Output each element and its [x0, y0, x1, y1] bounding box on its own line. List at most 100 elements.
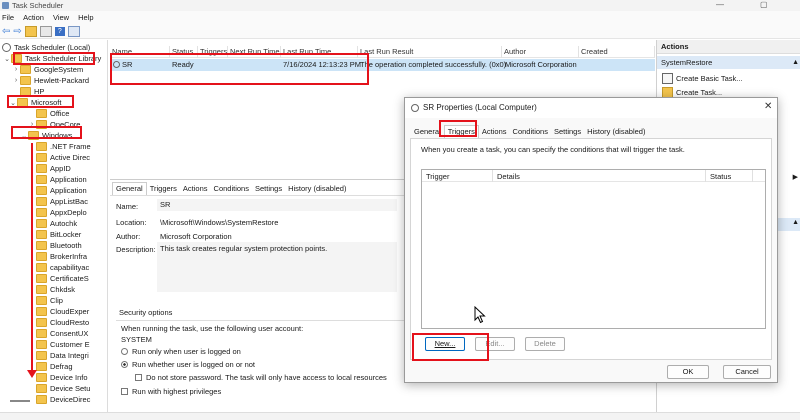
maximize-icon[interactable]: ▢ [760, 0, 768, 9]
tree-windows-child[interactable]: Device Setu [36, 383, 90, 394]
collapse-icon[interactable]: ▲ [792, 219, 799, 226]
column-header[interactable]: Last Run Result [358, 46, 502, 58]
menu-action[interactable]: Action [23, 13, 44, 22]
radio-logged-or-not[interactable]: Run whether user is logged on or not [121, 360, 255, 369]
tree-windows-child[interactable]: Chkdsk [36, 284, 75, 295]
tree-windows-child[interactable]: .NET Frame [36, 141, 91, 152]
tree-windows-child[interactable]: Device Info [36, 372, 88, 383]
tree-hp[interactable]: HP [20, 86, 44, 97]
dialog-tab[interactable]: Conditions [510, 126, 551, 138]
tree-microsoft[interactable]: ⌄ Microsoft [9, 97, 61, 108]
back-icon[interactable]: ⇦ [2, 26, 10, 37]
new-button[interactable]: New... [425, 337, 465, 351]
ok-button[interactable]: OK [667, 365, 709, 379]
trigger-table[interactable]: Trigger Details Status [421, 169, 766, 329]
details-tab[interactable]: Settings [252, 183, 285, 195]
tree-windows-child[interactable]: BitLocker [36, 229, 81, 240]
chevron-down-icon[interactable]: ⌄ [3, 55, 11, 63]
col-details[interactable]: Details [497, 172, 520, 181]
tree-hewlett-packard[interactable]: › Hewlett-Packard [12, 75, 89, 86]
tree-windows[interactable]: ⌄ Windows [20, 130, 72, 141]
tree-windows-child[interactable]: CertificateS [36, 273, 89, 284]
radio-button[interactable] [121, 348, 128, 355]
column-header[interactable]: Created [579, 46, 655, 58]
dialog-tab[interactable]: Settings [551, 126, 584, 138]
column-header[interactable]: Triggers [198, 46, 228, 58]
properties-icon[interactable] [67, 25, 80, 37]
tree-windows-child[interactable]: Data Integri [36, 350, 89, 361]
task-row-sr[interactable]: SR Ready 7/16/2024 12:13:23 PM The opera… [110, 59, 655, 71]
delete-button[interactable]: Delete [525, 337, 565, 351]
tree-windows-child[interactable]: ›ConsentUX [31, 328, 88, 339]
dialog-tab[interactable]: General [411, 126, 444, 138]
radio-logged-on[interactable]: Run only when user is logged on [121, 347, 241, 356]
help-icon[interactable]: ? [54, 26, 65, 36]
col-trigger[interactable]: Trigger [426, 172, 449, 181]
dialog-tab[interactable]: History (disabled) [584, 126, 648, 138]
actions-scroll-arrow[interactable]: ▶ [793, 173, 798, 181]
column-header[interactable]: Author [502, 46, 579, 58]
actions-section[interactable]: SystemRestore ▲ [657, 56, 800, 69]
menu-file[interactable]: File [2, 13, 14, 22]
tree-windows-child[interactable]: Application [36, 174, 87, 185]
name-field[interactable]: SR [157, 199, 397, 211]
details-tab[interactable]: General [112, 182, 147, 195]
folder-up-icon[interactable] [24, 25, 37, 37]
description-field[interactable]: This task creates regular system protect… [157, 242, 397, 292]
checkbox-no-password[interactable]: Do not store password. The task will onl… [135, 373, 387, 382]
tree-windows-child[interactable]: Active Direc [36, 152, 90, 163]
details-tab[interactable]: Conditions [211, 183, 252, 195]
col-status[interactable]: Status [710, 172, 731, 181]
details-tab[interactable]: History (disabled) [285, 183, 349, 195]
tree-windows-child[interactable]: Application [36, 185, 87, 196]
forward-icon[interactable]: ⇨ [13, 26, 21, 37]
edit-button[interactable]: Edit... [475, 337, 515, 351]
tree-windows-child[interactable]: Customer E [36, 339, 90, 350]
show-hide-tree-icon[interactable] [39, 25, 52, 37]
tree-windows-child[interactable]: AppID [36, 163, 71, 174]
menu-view[interactable]: View [53, 13, 69, 22]
radio-button-selected[interactable] [121, 361, 128, 368]
tree-googlesystem[interactable]: › GoogleSystem [12, 64, 83, 75]
dialog-tab[interactable]: Triggers [443, 125, 479, 138]
dialog-tab[interactable]: Actions [479, 126, 510, 138]
action-create-basic-task[interactable]: Create Basic Task... [662, 72, 743, 84]
chevron-right-icon[interactable]: › [12, 77, 20, 84]
chevron-down-icon[interactable]: ⌄ [9, 99, 17, 107]
tree-onecore[interactable]: › OneCore [28, 119, 80, 130]
tree-scrollbar[interactable] [10, 400, 30, 402]
chevron-right-icon[interactable]: › [28, 121, 36, 128]
collapse-icon[interactable]: ▲ [792, 56, 799, 69]
column-header[interactable]: Last Run Time [281, 46, 358, 58]
tree-windows-child[interactable]: capabilityac [36, 262, 89, 273]
column-header[interactable]: Next Run Time [228, 46, 281, 58]
column-header[interactable]: Status [170, 46, 198, 58]
folder-icon [36, 373, 47, 382]
tree-windows-child[interactable]: DeviceDirec [36, 394, 90, 405]
checkbox-highest[interactable]: Run with highest privileges [121, 387, 221, 396]
checkbox[interactable] [121, 388, 128, 395]
cancel-button[interactable]: Cancel [723, 365, 771, 379]
tree-windows-child[interactable]: Clip [36, 295, 63, 306]
tree-windows-child[interactable]: AppListBac [36, 196, 88, 207]
tree-windows-child[interactable]: CloudExper [36, 306, 89, 317]
tree-library[interactable]: ⌄ Task Scheduler Library [3, 53, 101, 64]
tree-windows-child[interactable]: Bluetooth [36, 240, 82, 251]
tree-windows-child[interactable]: AppxDeplo [36, 207, 87, 218]
details-tab[interactable]: Triggers [147, 183, 180, 195]
tree-label: OneCore [50, 120, 81, 129]
chevron-right-icon[interactable]: › [12, 66, 20, 73]
column-header[interactable]: Name [110, 46, 170, 58]
tree-windows-child[interactable]: Autochk [36, 218, 77, 229]
chevron-down-icon[interactable]: ⌄ [20, 132, 28, 140]
close-icon[interactable]: ✕ [764, 101, 772, 112]
tree-windows-child[interactable]: CloudResto [36, 317, 89, 328]
menu-help[interactable]: Help [78, 13, 93, 22]
details-tab[interactable]: Actions [180, 183, 211, 195]
tree-root[interactable]: Task Scheduler (Local) [2, 42, 90, 53]
minimize-icon[interactable]: — [716, 0, 724, 9]
tree-windows-child[interactable]: BrokerInfra [36, 251, 87, 262]
tree-windows-child[interactable]: Defrag [36, 361, 73, 372]
tree-office[interactable]: Office [36, 108, 69, 119]
checkbox[interactable] [135, 374, 142, 381]
